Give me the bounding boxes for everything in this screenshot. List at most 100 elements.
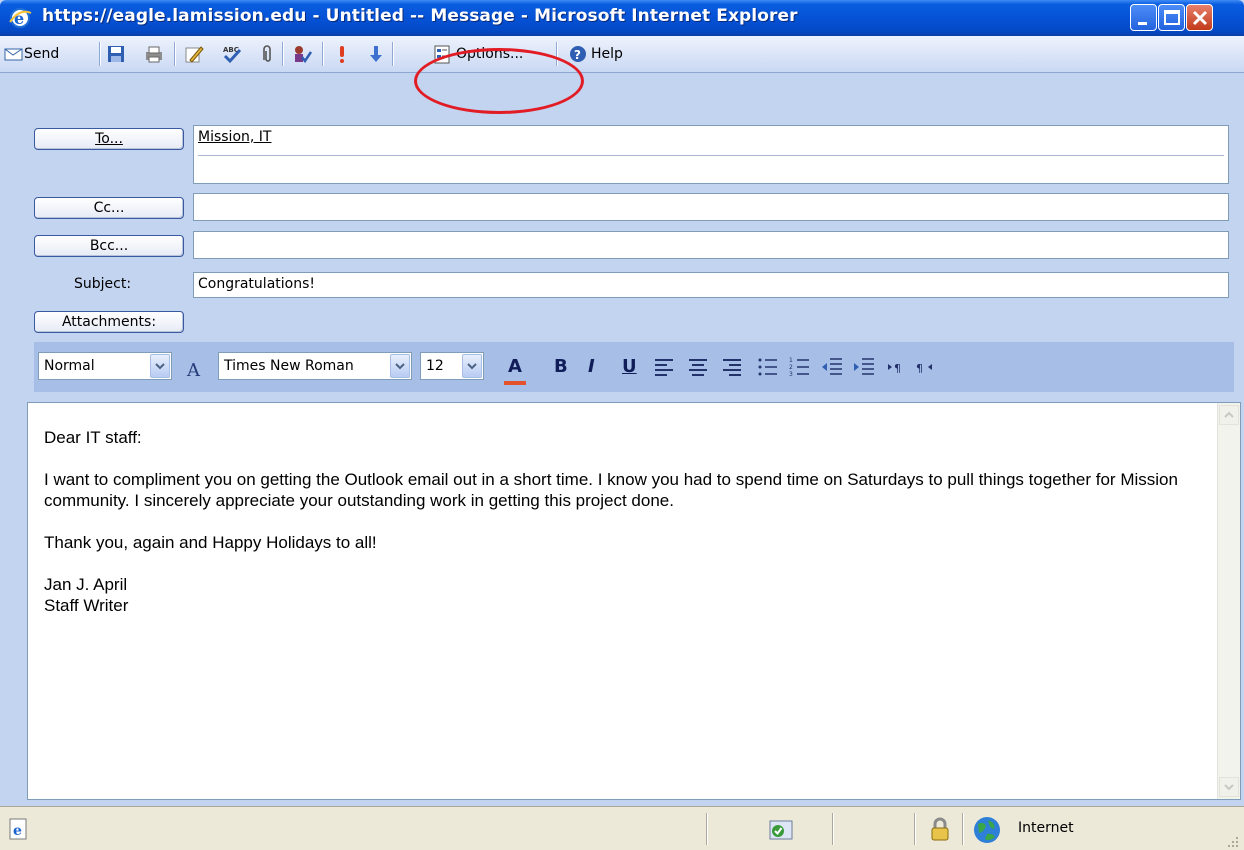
svg-text:A: A xyxy=(186,360,201,380)
to-button-label: To... xyxy=(95,131,123,147)
spellcheck-button[interactable]: ABC xyxy=(222,40,242,68)
pen-paper-icon xyxy=(185,46,204,63)
status-divider xyxy=(914,813,916,845)
chevron-up-icon xyxy=(1224,411,1234,418)
bold-glyph: B xyxy=(554,356,568,377)
message-body-editor[interactable]: Dear IT staff: I want to compliment you … xyxy=(27,402,1241,800)
vertical-scrollbar[interactable] xyxy=(1217,403,1240,799)
greeting: Dear IT staff: xyxy=(44,428,142,447)
maximize-button[interactable] xyxy=(1158,4,1185,31)
message-text: Dear IT staff: I want to compliment you … xyxy=(44,427,1204,616)
scroll-down-button[interactable] xyxy=(1219,777,1239,797)
help-button[interactable]: ? Help xyxy=(568,40,623,68)
ltr-paragraph-icon[interactable]: ¶ xyxy=(886,356,908,378)
subject-label: Subject: xyxy=(74,276,132,292)
body-paragraph: I want to compliment you on getting the … xyxy=(44,470,1178,510)
chevron-down-icon xyxy=(390,354,410,378)
attachments-button-label: Attachments: xyxy=(61,314,157,330)
bcc-button[interactable]: Bcc... xyxy=(34,235,184,257)
to-button[interactable]: To... xyxy=(34,128,184,150)
align-left-icon[interactable] xyxy=(652,356,676,378)
printer-icon xyxy=(146,46,162,63)
browser-window: e https://eagle.lamission.edu - Untitled… xyxy=(0,0,1244,850)
signature-name: Jan J. April xyxy=(44,575,128,594)
globe-icon xyxy=(974,817,1000,843)
page-status-icon xyxy=(769,820,793,840)
toolbar-divider xyxy=(556,42,558,66)
decrease-indent-icon[interactable] xyxy=(820,356,844,378)
paperclip-icon xyxy=(263,45,271,62)
spellcheck-icon: ABC xyxy=(223,46,242,64)
italic-button[interactable]: I xyxy=(588,354,595,380)
subject-field[interactable]: Congratulations! xyxy=(193,272,1229,298)
svg-text:1: 1 xyxy=(789,357,793,364)
message-header: To... Mission, IT Cc... Bcc... Subject: … xyxy=(0,73,1244,341)
to-field[interactable]: Mission, IT xyxy=(193,125,1229,184)
print-button[interactable] xyxy=(144,40,164,68)
bold-button[interactable]: B xyxy=(554,354,568,380)
chevron-down-icon xyxy=(150,354,170,378)
chevron-down-icon xyxy=(462,354,482,378)
signature-title: Staff Writer xyxy=(44,596,129,615)
format-toolbar: Normal A Times New Roman 12 A B I U 123 … xyxy=(34,342,1234,392)
font-value: Times New Roman xyxy=(224,358,354,374)
increase-indent-icon[interactable] xyxy=(852,356,876,378)
align-right-icon[interactable] xyxy=(720,356,744,378)
minimize-button[interactable] xyxy=(1130,4,1157,31)
exclamation-icon xyxy=(340,46,344,63)
size-select[interactable]: 12 xyxy=(420,352,484,380)
attachments-button[interactable]: Attachments: xyxy=(34,311,184,333)
help-icon: ? xyxy=(570,46,586,62)
rtl-paragraph-icon[interactable]: ¶ xyxy=(914,356,936,378)
style-value: Normal xyxy=(44,358,95,374)
cc-field[interactable] xyxy=(193,193,1229,221)
status-bar: e Internet xyxy=(0,806,1244,850)
underline-button[interactable]: U xyxy=(622,354,637,380)
send-icon xyxy=(4,48,23,61)
numbered-list-icon[interactable]: 123 xyxy=(788,356,812,378)
align-center-icon[interactable] xyxy=(686,356,710,378)
style-select[interactable]: Normal xyxy=(38,352,172,380)
to-recipient: Mission, IT xyxy=(198,129,272,145)
resize-grip-icon[interactable] xyxy=(1226,835,1240,849)
save-button[interactable] xyxy=(106,40,126,68)
check-names-icon xyxy=(295,46,312,64)
attach-button[interactable] xyxy=(257,40,277,68)
svg-text:e: e xyxy=(13,823,22,839)
scroll-up-button[interactable] xyxy=(1219,405,1239,425)
cc-button-label: Cc... xyxy=(93,200,125,216)
font-select[interactable]: Times New Roman xyxy=(218,352,412,380)
subject-value: Congratulations! xyxy=(198,276,315,292)
cc-button[interactable]: Cc... xyxy=(34,197,184,219)
close-button[interactable] xyxy=(1186,4,1213,31)
italic-glyph: I xyxy=(588,356,595,377)
font-icon: A xyxy=(186,360,201,380)
bcc-field[interactable] xyxy=(193,231,1229,259)
options-label: Options... xyxy=(456,46,524,62)
options-icon xyxy=(434,45,450,64)
status-divider xyxy=(706,813,708,845)
to-field-divider xyxy=(198,155,1224,156)
message-toolbar: Send ABC Options... ? Help xyxy=(0,36,1244,73)
importance-low-button[interactable] xyxy=(366,40,386,68)
chevron-down-icon xyxy=(1224,784,1234,791)
send-button[interactable]: Send xyxy=(4,40,59,68)
lock-icon xyxy=(931,817,949,841)
bullet-list-icon[interactable] xyxy=(756,356,780,378)
toolbar-divider xyxy=(322,42,324,66)
importance-high-button[interactable] xyxy=(332,40,352,68)
title-bar: e https://eagle.lamission.edu - Untitled… xyxy=(0,0,1244,36)
svg-text:?: ? xyxy=(574,48,581,62)
svg-text:3: 3 xyxy=(789,371,793,378)
close-icon xyxy=(1192,10,1208,26)
svg-text:¶: ¶ xyxy=(916,362,923,375)
font-color-swatch xyxy=(504,381,526,385)
ie-logo-icon: e xyxy=(9,8,32,28)
bcc-button-label: Bcc... xyxy=(89,238,129,254)
signature-button[interactable] xyxy=(184,40,204,68)
status-divider xyxy=(832,813,834,845)
body-paragraph: Thank you, again and Happy Holidays to a… xyxy=(44,533,377,552)
options-button[interactable]: Options... xyxy=(432,40,523,68)
check-names-button[interactable] xyxy=(292,40,312,68)
font-color-button[interactable]: A xyxy=(504,354,526,385)
